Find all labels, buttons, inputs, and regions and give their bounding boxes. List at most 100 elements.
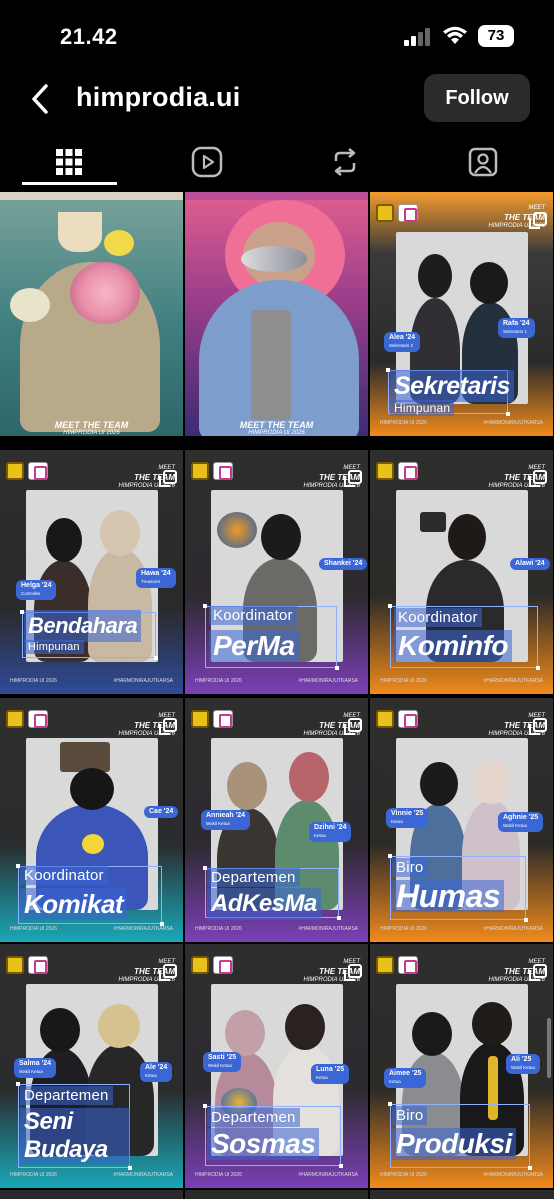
carousel-icon xyxy=(159,470,177,487)
member-tag: Annieah '24 Wakil Ketua xyxy=(201,810,251,830)
team-subtitle: Koordinator xyxy=(209,606,297,625)
carousel-icon xyxy=(159,718,177,735)
org-logos xyxy=(376,462,418,480)
team-title: Humas xyxy=(392,880,505,912)
post-footer: HIMPRODIA UI 2026 #HARMONIRAJUTKARSA xyxy=(10,926,173,932)
post-tile[interactable]: MEET THE TEAM HIMPRODIA UI 2026 Vinnie '2… xyxy=(370,698,553,942)
post-footer: HIMPRODIA UI 2026 #HARMONIRAJUTKARSA xyxy=(380,678,543,684)
org-logos xyxy=(6,710,48,728)
member-tag: Luna '25 Ketua xyxy=(311,1064,350,1084)
cover-subtitle: HIMPRODIA UI 2026 xyxy=(63,430,120,436)
member-tag: Cae '24 xyxy=(144,806,179,818)
org-logos xyxy=(191,462,233,480)
follow-button[interactable]: Follow xyxy=(424,74,530,122)
scrollbar[interactable] xyxy=(547,1018,551,1078)
post-tile[interactable]: MEET THE TEAM HIMPRODIA UI 2026 Aimee '25… xyxy=(370,944,553,1188)
post-tile[interactable]: MEET THE TEAM HIMPRODIA UI 2026 Sasti '25… xyxy=(185,944,368,1188)
carousel-icon xyxy=(529,964,547,981)
grid-icon xyxy=(56,149,82,175)
repost-icon xyxy=(334,148,356,176)
team-title: Sekretaris xyxy=(390,370,514,402)
team-subtitle: Himpunan xyxy=(24,640,84,654)
team-title: Bendahara xyxy=(24,610,142,642)
tab-tagged[interactable] xyxy=(414,140,552,184)
profile-tabs xyxy=(0,140,554,188)
tagged-icon xyxy=(468,147,498,177)
member-tag: Salma '24 Wakil Ketua xyxy=(14,1058,57,1078)
post-tile[interactable]: MEET THE TEAM HIMPRODIA UI 2026 Helga '24… xyxy=(0,450,183,694)
carousel-icon xyxy=(344,964,362,981)
cover-title: MEET THE TEAM xyxy=(54,420,129,430)
profile-username: himprodia.ui xyxy=(76,82,241,112)
profile-header: himprodia.ui Follow xyxy=(0,70,554,130)
cover-subtitle: HIMPRODIA UI 2026 xyxy=(248,430,305,436)
team-subtitle: Himpunan xyxy=(390,400,455,416)
team-title: Produksi xyxy=(392,1128,516,1160)
member-tag: Rafa '24 Sekretaris 1 xyxy=(498,318,535,338)
org-logos xyxy=(191,710,233,728)
member-tag: Alea '24 Sekretaris 2 xyxy=(384,332,421,352)
org-logos xyxy=(376,204,418,222)
org-logos xyxy=(376,710,418,728)
next-row-preview xyxy=(0,1190,554,1199)
tab-posts[interactable] xyxy=(0,140,138,184)
post-tile[interactable]: MEET THE TEAM HIMPRODIA UI 2026 xyxy=(185,192,368,436)
post-footer: HIMPRODIA UI 2026 #HARMONIRAJUTKARSA xyxy=(380,1172,543,1178)
team-title: Sosmas xyxy=(207,1128,320,1160)
carousel-icon xyxy=(344,470,362,487)
post-tile[interactable]: MEET THE TEAM HIMPRODIA UI 2026 Shankei '… xyxy=(185,450,368,694)
tab-reels[interactable] xyxy=(138,140,276,184)
cover-title: MEET THE TEAM xyxy=(239,420,314,430)
post-footer: HIMPRODIA UI 2026 #HARMONIRAJUTKARSA xyxy=(380,420,543,426)
team-title: Seni Budaya xyxy=(20,1108,130,1164)
carousel-icon xyxy=(344,718,362,735)
reels-icon xyxy=(191,146,223,178)
team-title: PerMa xyxy=(209,630,299,662)
post-footer: HIMPRODIA UI 2026 #HARMONIRAJUTKARSA xyxy=(195,1172,358,1178)
carousel-icon xyxy=(529,718,547,735)
post-footer: HIMPRODIA UI 2026 #HARMONIRAJUTKARSA xyxy=(10,1172,173,1178)
cellular-signal-icon xyxy=(404,28,430,46)
member-tag: Aghnie '25 Wakil Ketua xyxy=(498,812,544,832)
member-tag: Helga '24 Controller xyxy=(16,580,57,600)
status-bar: 21.42 73 xyxy=(0,0,554,64)
org-logos xyxy=(6,956,48,974)
carousel-icon xyxy=(159,964,177,981)
post-footer: HIMPRODIA UI 2026 #HARMONIRAJUTKARSA xyxy=(195,678,358,684)
team-subtitle: Departemen xyxy=(207,868,300,887)
team-subtitle: Biro xyxy=(392,858,428,877)
team-title: Komikat xyxy=(20,888,128,920)
org-logos xyxy=(6,462,48,480)
post-footer: HIMPRODIA UI 2026 #HARMONIRAJUTKARSA xyxy=(380,926,543,932)
member-tag: Ale '24 Ketua xyxy=(140,1062,173,1082)
team-subtitle: Departemen xyxy=(20,1086,113,1105)
post-tile[interactable]: MEET THE TEAM HIMPRODIA UI 2026 xyxy=(0,192,183,436)
carousel-icon xyxy=(529,470,547,487)
org-logos xyxy=(376,956,418,974)
post-tile[interactable]: MEET THE TEAM HIMPRODIA UI 2026 Alea '24 S… xyxy=(370,192,553,436)
status-time: 21.42 xyxy=(60,24,118,49)
post-footer: HIMPRODIA UI 2026 #HARMONIRAJUTKARSA xyxy=(195,926,358,932)
member-tag: Aimee '25 Ketua xyxy=(384,1068,427,1088)
member-tag: Ali '25 Wakil Ketua xyxy=(506,1054,540,1074)
member-tag: Sasti '25 Wakil Ketua xyxy=(203,1052,242,1072)
team-subtitle: Koordinator xyxy=(20,866,108,885)
member-tag: Alawi '24 xyxy=(510,558,550,570)
post-tile[interactable]: MEET THE TEAM HIMPRODIA UI 2026 Alawi '24… xyxy=(370,450,553,694)
org-logos xyxy=(191,956,233,974)
member-tag: Hawa '24 Treasurer xyxy=(136,568,176,588)
team-subtitle: Biro xyxy=(392,1106,428,1125)
team-subtitle: Koordinator xyxy=(394,608,482,627)
carousel-icon xyxy=(529,212,547,229)
tab-reposts[interactable] xyxy=(276,140,414,184)
team-title: AdKesMa xyxy=(207,888,321,920)
member-tag: Dzihni '24 Ketua xyxy=(309,822,352,842)
wifi-icon xyxy=(443,26,467,44)
post-tile[interactable]: MEET THE TEAM HIMPRODIA UI 2026 Cae '24 K… xyxy=(0,698,183,942)
post-tile[interactable]: MEET THE TEAM HIMPRODIA UI 2026 Salma '24… xyxy=(0,944,183,1188)
post-tile[interactable]: MEET THE TEAM HIMPRODIA UI 2026 Annieah '… xyxy=(185,698,368,942)
back-arrow-icon[interactable] xyxy=(28,80,54,118)
posts-grid: MEET THE TEAM HIMPRODIA UI 2026 MEET THE… xyxy=(0,192,554,1199)
member-tag: Shankei '24 xyxy=(319,558,368,570)
active-tab-indicator xyxy=(22,182,117,185)
